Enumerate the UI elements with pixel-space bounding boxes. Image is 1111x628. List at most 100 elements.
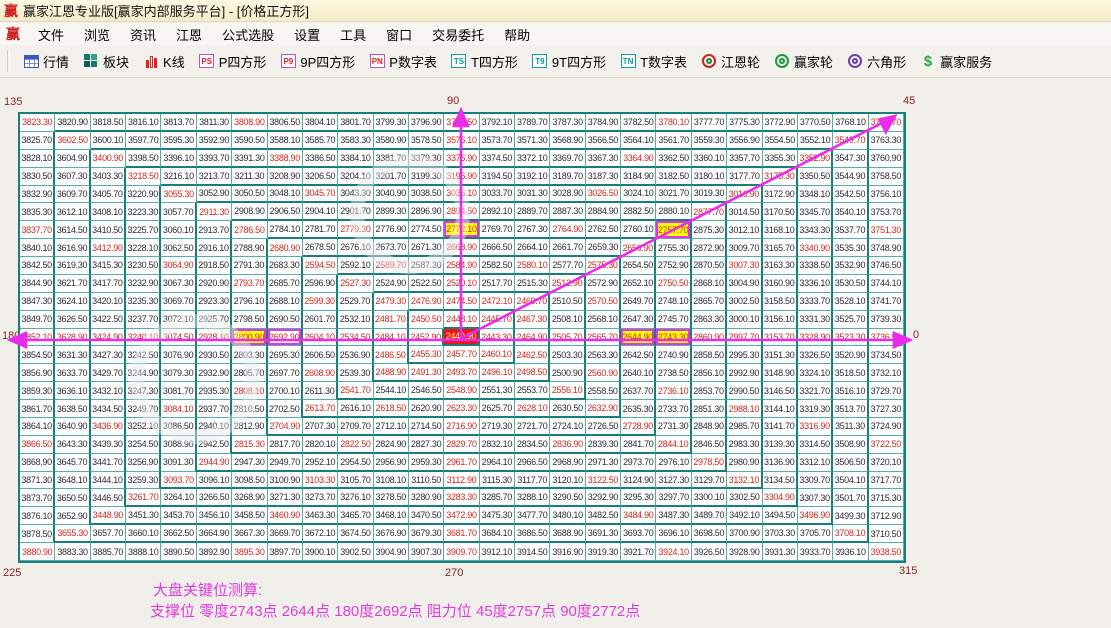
matrix-cell: 3386.50 (303, 150, 338, 168)
matrix-cell: 3379.30 (409, 150, 444, 168)
matrix-cell: 3153.70 (763, 329, 798, 347)
matrix-cell: 2704.90 (268, 418, 303, 436)
toolbar-button-T数字表[interactable]: TNT数字表 (614, 50, 693, 73)
matrix-cell: 2976.10 (656, 454, 691, 472)
menu-item-6[interactable]: 工具 (330, 23, 376, 46)
toolbar-button-板块[interactable]: 板块 (77, 50, 135, 73)
matrix-cell: 3252.10 (126, 418, 161, 436)
menu-item-7[interactable]: 窗口 (376, 23, 422, 46)
toolbar-label: T四方形 (471, 52, 518, 71)
matrix-cell: 3753.70 (869, 203, 904, 221)
matrix-cell: 3136.90 (763, 454, 798, 472)
matrix-cell: 2546.50 (409, 382, 444, 400)
toolbar-button-江恩轮[interactable]: 江恩轮 (695, 50, 766, 73)
matrix-cell: 3048.10 (268, 186, 303, 204)
matrix-cell: 2817.70 (268, 436, 303, 454)
matrix-cell: 3523.30 (833, 329, 868, 347)
matrix-cell: 3009.70 (727, 239, 762, 257)
menu-item-2[interactable]: 资讯 (120, 23, 166, 46)
matrix-cell: 3468.10 (374, 507, 409, 525)
matrix-cell: 3182.50 (656, 168, 691, 186)
time-square-icon: TS (451, 53, 467, 69)
gann-wheel-icon (701, 53, 717, 69)
matrix-cell: 3307.30 (798, 489, 833, 507)
matrix-cell: 2556.10 (550, 382, 585, 400)
matrix-cell: 3820.90 (55, 114, 90, 132)
matrix-cell: 3655.30 (55, 525, 90, 543)
toolbar-button-9P四方形[interactable]: P99P四方形 (274, 50, 361, 73)
matrix-cell: 2479.30 (374, 293, 409, 311)
matrix-cell: 3112.90 (444, 472, 479, 490)
matrix-cell: 3595.30 (161, 132, 196, 150)
matrix-cell: 2539.30 (338, 364, 373, 382)
toolbar-button-K线[interactable]: K线 (137, 50, 191, 73)
matrix-cell: 3374.50 (480, 150, 515, 168)
matrix-cell: 3835.30 (20, 203, 55, 221)
menu-item-9[interactable]: 帮助 (494, 23, 540, 46)
matrix-cell: 3367.30 (586, 150, 621, 168)
matrix-cell: 3480.10 (550, 507, 585, 525)
matrix-cell: 2608.90 (303, 364, 338, 382)
matrix-cell: 2896.90 (409, 203, 444, 221)
matrix-cell: 2767.30 (515, 221, 550, 239)
matrix-cell: 3616.90 (55, 239, 90, 257)
matrix-cell: 3583.30 (338, 132, 373, 150)
toolbar-button-六角形[interactable]: 六角形 (841, 50, 912, 73)
menu-item-5[interactable]: 设置 (284, 23, 330, 46)
toolbar-label: P四方形 (219, 52, 267, 71)
matrix-cell: 3160.90 (763, 275, 798, 293)
matrix-cell: 3463.30 (303, 507, 338, 525)
matrix-cell: 3664.90 (197, 525, 232, 543)
matrix-cell: 3340.90 (798, 239, 833, 257)
matrix-cell: 2491.30 (409, 364, 444, 382)
matrix-cell: 2894.50 (444, 203, 479, 221)
matrix-cell: 2599.30 (303, 293, 338, 311)
toolbar-button-P数字表[interactable]: PNP数字表 (363, 50, 443, 73)
matrix-cell: 3170.50 (763, 203, 798, 221)
matrix-cell: 2916.10 (197, 239, 232, 257)
menu-item-1[interactable]: 浏览 (74, 23, 120, 46)
matrix-cell: 3830.50 (20, 168, 55, 186)
matrix-cell: 3355.30 (763, 150, 798, 168)
matrix-cell: 2664.10 (515, 239, 550, 257)
matrix-cell: 2779.30 (338, 221, 373, 239)
matrix-cell: 3924.10 (656, 543, 691, 561)
matrix-cell: 3043.30 (338, 186, 373, 204)
matrix-cell: 3662.50 (161, 525, 196, 543)
matrix-cell: 2529.70 (338, 293, 373, 311)
matrix-cell: 3758.50 (869, 168, 904, 186)
matrix-cell: 2752.90 (656, 257, 691, 275)
matrix-cell: 3844.90 (20, 275, 55, 293)
toolbar-button-P四方形[interactable]: PSP四方形 (193, 50, 273, 73)
menu-items: 文件浏览资讯江恩公式选股设置工具窗口交易委托帮助 (28, 23, 540, 46)
matrix-cell: 3076.90 (161, 346, 196, 364)
matrix-cell: 3211.30 (232, 168, 267, 186)
matrix-cell: 3309.70 (798, 472, 833, 490)
matrix-cell: 2892.10 (480, 203, 515, 221)
matrix-cell: 2899.30 (374, 203, 409, 221)
matrix-cell: 2788.90 (232, 239, 267, 257)
matrix-cell: 3926.50 (692, 543, 727, 561)
matrix-cell: 3736.90 (869, 329, 904, 347)
toolbar-button-行情[interactable]: 行情 (17, 50, 75, 73)
matrix-cell: 3849.70 (20, 311, 55, 329)
matrix-cell: 2604.10 (303, 329, 338, 347)
toolbar-button-赢家服务[interactable]: $赢家服务 (914, 50, 998, 73)
matrix-cell: 2702.50 (268, 400, 303, 418)
toolbar-label: K线 (163, 52, 185, 71)
menu-item-3[interactable]: 江恩 (166, 23, 212, 46)
matrix-cell: 3187.30 (586, 168, 621, 186)
menu-item-0[interactable]: 文件 (28, 23, 74, 46)
matrix-cell: 2500.90 (550, 364, 585, 382)
toolbar-button-T四方形[interactable]: TST四方形 (445, 50, 524, 73)
toolbar-button-9T四方形[interactable]: T99T四方形 (526, 50, 612, 73)
matrix-cell: 2544.10 (374, 382, 409, 400)
menu-item-4[interactable]: 公式选股 (212, 23, 284, 46)
matrix-cell: 3441.70 (91, 454, 126, 472)
matrix-cell: 2781.70 (303, 221, 338, 239)
matrix-cell: 3290.50 (550, 489, 585, 507)
angle-label-135: 135 (4, 96, 22, 108)
toolbar-button-赢家轮[interactable]: 赢家轮 (768, 50, 839, 73)
matrix-cell: 2940.10 (197, 418, 232, 436)
menu-item-8[interactable]: 交易委托 (422, 23, 494, 46)
